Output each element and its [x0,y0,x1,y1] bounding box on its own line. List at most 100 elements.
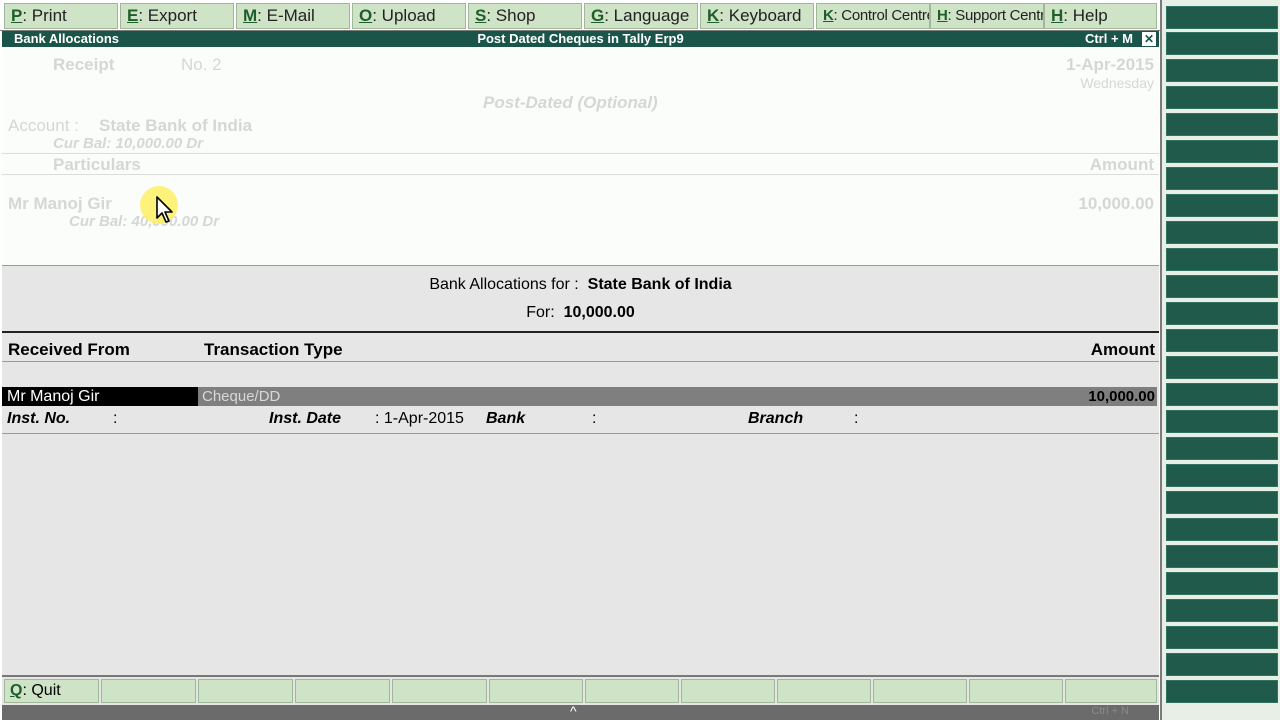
right-button-panel [1160,0,1280,720]
shop-shortcut-key: S [475,6,487,25]
panel-button[interactable] [1166,59,1278,82]
export-button[interactable]: E: Export [120,3,234,29]
keyboard-shortcut-key: K [707,6,720,25]
branch-field[interactable]: : [854,410,858,428]
email-label: : E-Mail [257,6,315,25]
support-centre-label: : Support Centre [947,7,1044,24]
panel-button[interactable] [1166,410,1278,433]
amount-field[interactable]: 10,000.00 [1088,387,1155,406]
quit-label: : Quit [22,682,61,699]
panel-button[interactable] [1166,113,1278,136]
shop-button[interactable]: S: Shop [468,3,582,29]
help-button[interactable]: H: Help [1044,3,1157,29]
panel-button[interactable] [1166,653,1278,676]
export-shortcut-key: E [127,6,139,25]
close-icon[interactable]: ✕ [1142,32,1156,46]
empty-button[interactable] [101,679,196,703]
panel-button[interactable] [1166,599,1278,622]
print-shortcut-key: P [11,6,23,25]
control-centre-label: : Control Centre [833,7,930,24]
panel-button[interactable] [1166,464,1278,487]
inst-date-field[interactable]: : 1-Apr-2015 [375,410,464,428]
allocation-for-label: Bank Allocations for : [429,276,579,293]
panel-button[interactable] [1166,680,1278,703]
account-current-balance: Cur Bal: 10,000.00 Dr [53,135,204,152]
transaction-type-header: Transaction Type [204,340,343,359]
panel-button[interactable] [1166,437,1278,460]
inst-no-field[interactable]: : [113,410,117,428]
bank-allocation-panel: Bank Allocations for : State Bank of Ind… [2,265,1159,675]
empty-button[interactable] [295,679,390,703]
empty-button[interactable] [198,679,293,703]
panel-button[interactable] [1166,329,1278,352]
expand-caret-icon[interactable]: ^ [570,703,577,719]
received-from-field[interactable]: Mr Manoj Gir [2,387,198,406]
inst-no-label: Inst. No. [7,410,71,427]
bank-field[interactable]: : [592,410,596,428]
control-centre-shortcut-key: K [823,7,834,24]
language-button[interactable]: G: Language [584,3,698,29]
empty-button[interactable] [681,679,775,703]
allocation-amount-label: For: [526,304,555,321]
panel-button[interactable] [1166,167,1278,190]
panel-button[interactable] [1166,194,1278,217]
empty-button[interactable] [873,679,967,703]
bottom-button-bar: Q: Quit ^ Ctrl + N [2,675,1159,720]
divider [2,331,1159,333]
empty-button[interactable] [489,679,583,703]
upload-button[interactable]: O: Upload [352,3,466,29]
keyboard-button[interactable]: K: Keyboard [700,3,814,29]
panel-button[interactable] [1166,32,1278,55]
upload-label: : Upload [372,6,436,25]
help-shortcut-key: H [1051,6,1064,25]
post-dated-label: Post-Dated (Optional) [483,93,658,112]
panel-button[interactable] [1166,356,1278,379]
language-shortcut-key: G [591,6,605,25]
bank-label: Bank [486,410,526,427]
quit-button[interactable]: Q: Quit [4,679,99,703]
support-centre-button[interactable]: H: Support Centre [930,3,1044,29]
panel-button[interactable] [1166,491,1278,514]
panel-button[interactable] [1166,221,1278,244]
empty-button[interactable] [392,679,487,703]
empty-button[interactable] [1065,679,1157,703]
upload-shortcut-key: O [359,6,373,25]
allocation-heading: Bank Allocations for : State Bank of Ind… [2,276,1159,294]
panel-button[interactable] [1166,626,1278,649]
amount-column-header: Amount [1090,340,1155,359]
email-button[interactable]: M: E-Mail [236,3,350,29]
party-name: Mr Manoj Gir [8,194,112,213]
top-menu-bar: P: Print E: Export M: E-Mail O: Upload S… [0,0,1160,31]
export-label: : Export [138,6,197,25]
help-label: : Help [1063,6,1108,25]
voucher-day: Wednesday [1080,75,1154,91]
divider [2,361,1159,362]
panel-button[interactable] [1166,302,1278,325]
panel-button[interactable] [1166,518,1278,541]
divider [2,174,1159,175]
panel-button[interactable] [1166,572,1278,595]
print-label: : Print [22,6,67,25]
title-bar: Post Dated Cheques in Tally Erp9 Bank Al… [2,31,1159,47]
panel-button[interactable] [1166,248,1278,271]
transaction-type-field[interactable]: Cheque/DD [202,387,280,406]
shortcut-hint: Ctrl + M [1084,31,1133,46]
empty-button[interactable] [777,679,871,703]
inst-date-label: Inst. Date [269,410,342,427]
particulars-header: Particulars [53,155,141,174]
panel-button[interactable] [1166,275,1278,298]
screen-name: Bank Allocations [14,31,119,46]
empty-button[interactable] [969,679,1063,703]
email-shortcut-key: M [243,6,258,25]
panel-button[interactable] [1166,383,1278,406]
panel-button[interactable] [1166,140,1278,163]
allocation-amount-line: For: 10,000.00 [2,304,1159,322]
panel-button[interactable] [1166,545,1278,568]
mouse-cursor-icon [156,196,173,223]
print-button[interactable]: P: Print [4,3,118,29]
panel-button[interactable] [1166,86,1278,109]
control-centre-button[interactable]: K: Control Centre [816,3,930,29]
table-row[interactable]: Mr Manoj Gir Cheque/DD 10,000.00 [2,387,1157,406]
panel-button[interactable] [1166,6,1278,29]
empty-button[interactable] [585,679,679,703]
